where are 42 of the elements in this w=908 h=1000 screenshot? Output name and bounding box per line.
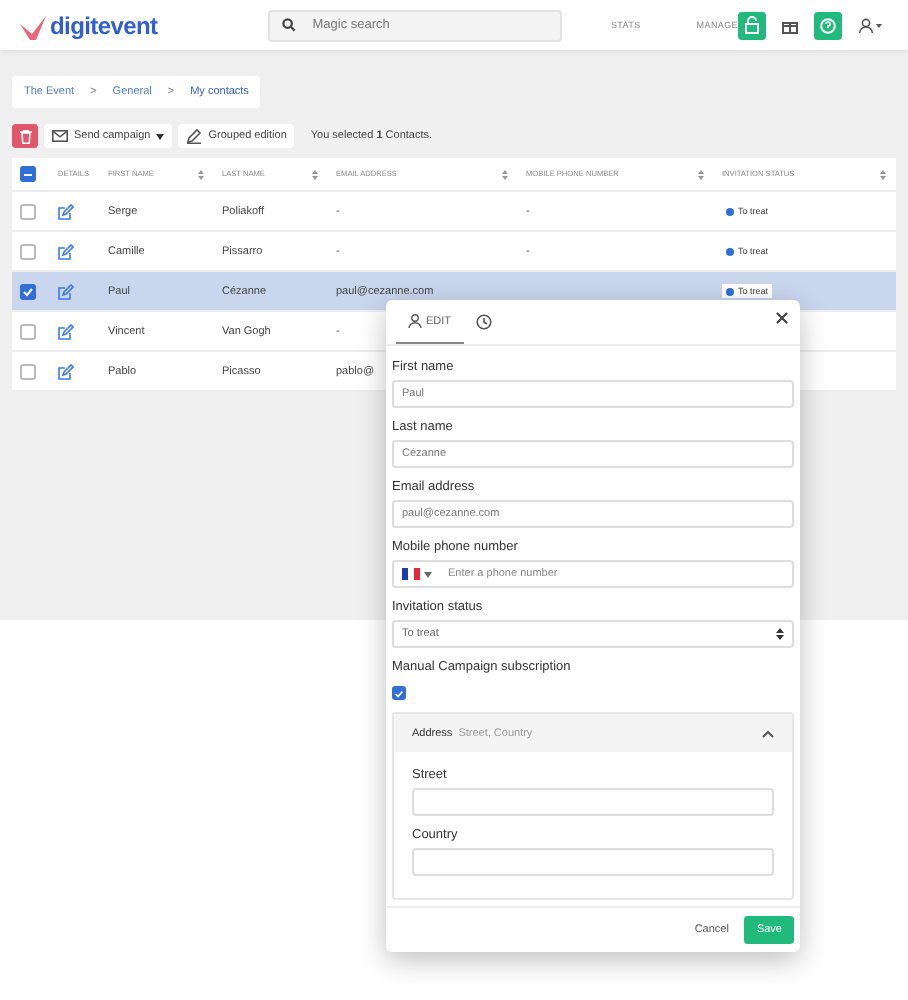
sort-icon[interactable] (502, 169, 508, 179)
user-menu-button[interactable] (854, 17, 888, 33)
sort-icon[interactable] (198, 169, 204, 179)
updown-caret-icon (776, 628, 784, 640)
row-checkbox[interactable] (20, 283, 36, 299)
chevron-icon (762, 729, 774, 737)
select-all-checkbox[interactable] (20, 166, 36, 182)
envelope-icon (52, 130, 68, 142)
row-checkbox[interactable] (20, 243, 36, 259)
help-icon (820, 17, 836, 33)
row-checkbox[interactable] (20, 203, 36, 219)
pencil-icon (186, 128, 203, 144)
edit-icon[interactable] (58, 283, 74, 299)
flag-icon (402, 568, 420, 580)
gift-button[interactable] (778, 17, 802, 33)
sort-icon[interactable] (312, 169, 318, 179)
caret-icon (424, 571, 432, 577)
person-icon (408, 314, 422, 328)
caret-icon (156, 133, 165, 139)
sort-icon[interactable] (698, 169, 704, 179)
search-icon (282, 18, 297, 32)
subscription-checkbox[interactable] (392, 686, 406, 700)
text-field[interactable] (412, 848, 774, 876)
edit-icon[interactable] (58, 203, 74, 219)
row-checkbox[interactable] (20, 363, 36, 379)
help-button[interactable] (814, 11, 842, 39)
gift-icon (782, 17, 798, 33)
bird-logo-icon (20, 15, 48, 39)
user-caret-icon (858, 17, 884, 33)
edit-icon[interactable] (58, 363, 74, 379)
edit-icon[interactable] (58, 323, 74, 339)
sort-icon[interactable] (880, 169, 886, 179)
clock-icon (475, 313, 492, 329)
padlock-icon (744, 16, 760, 34)
close-icon[interactable] (776, 312, 788, 324)
lock-button[interactable] (738, 11, 766, 39)
delete-button[interactable] (12, 124, 38, 148)
logo-text: digitevent (50, 11, 158, 39)
row-checkbox[interactable] (20, 323, 36, 339)
edit-icon[interactable] (58, 243, 74, 259)
text-field[interactable] (412, 788, 774, 816)
trash-icon (19, 129, 31, 143)
